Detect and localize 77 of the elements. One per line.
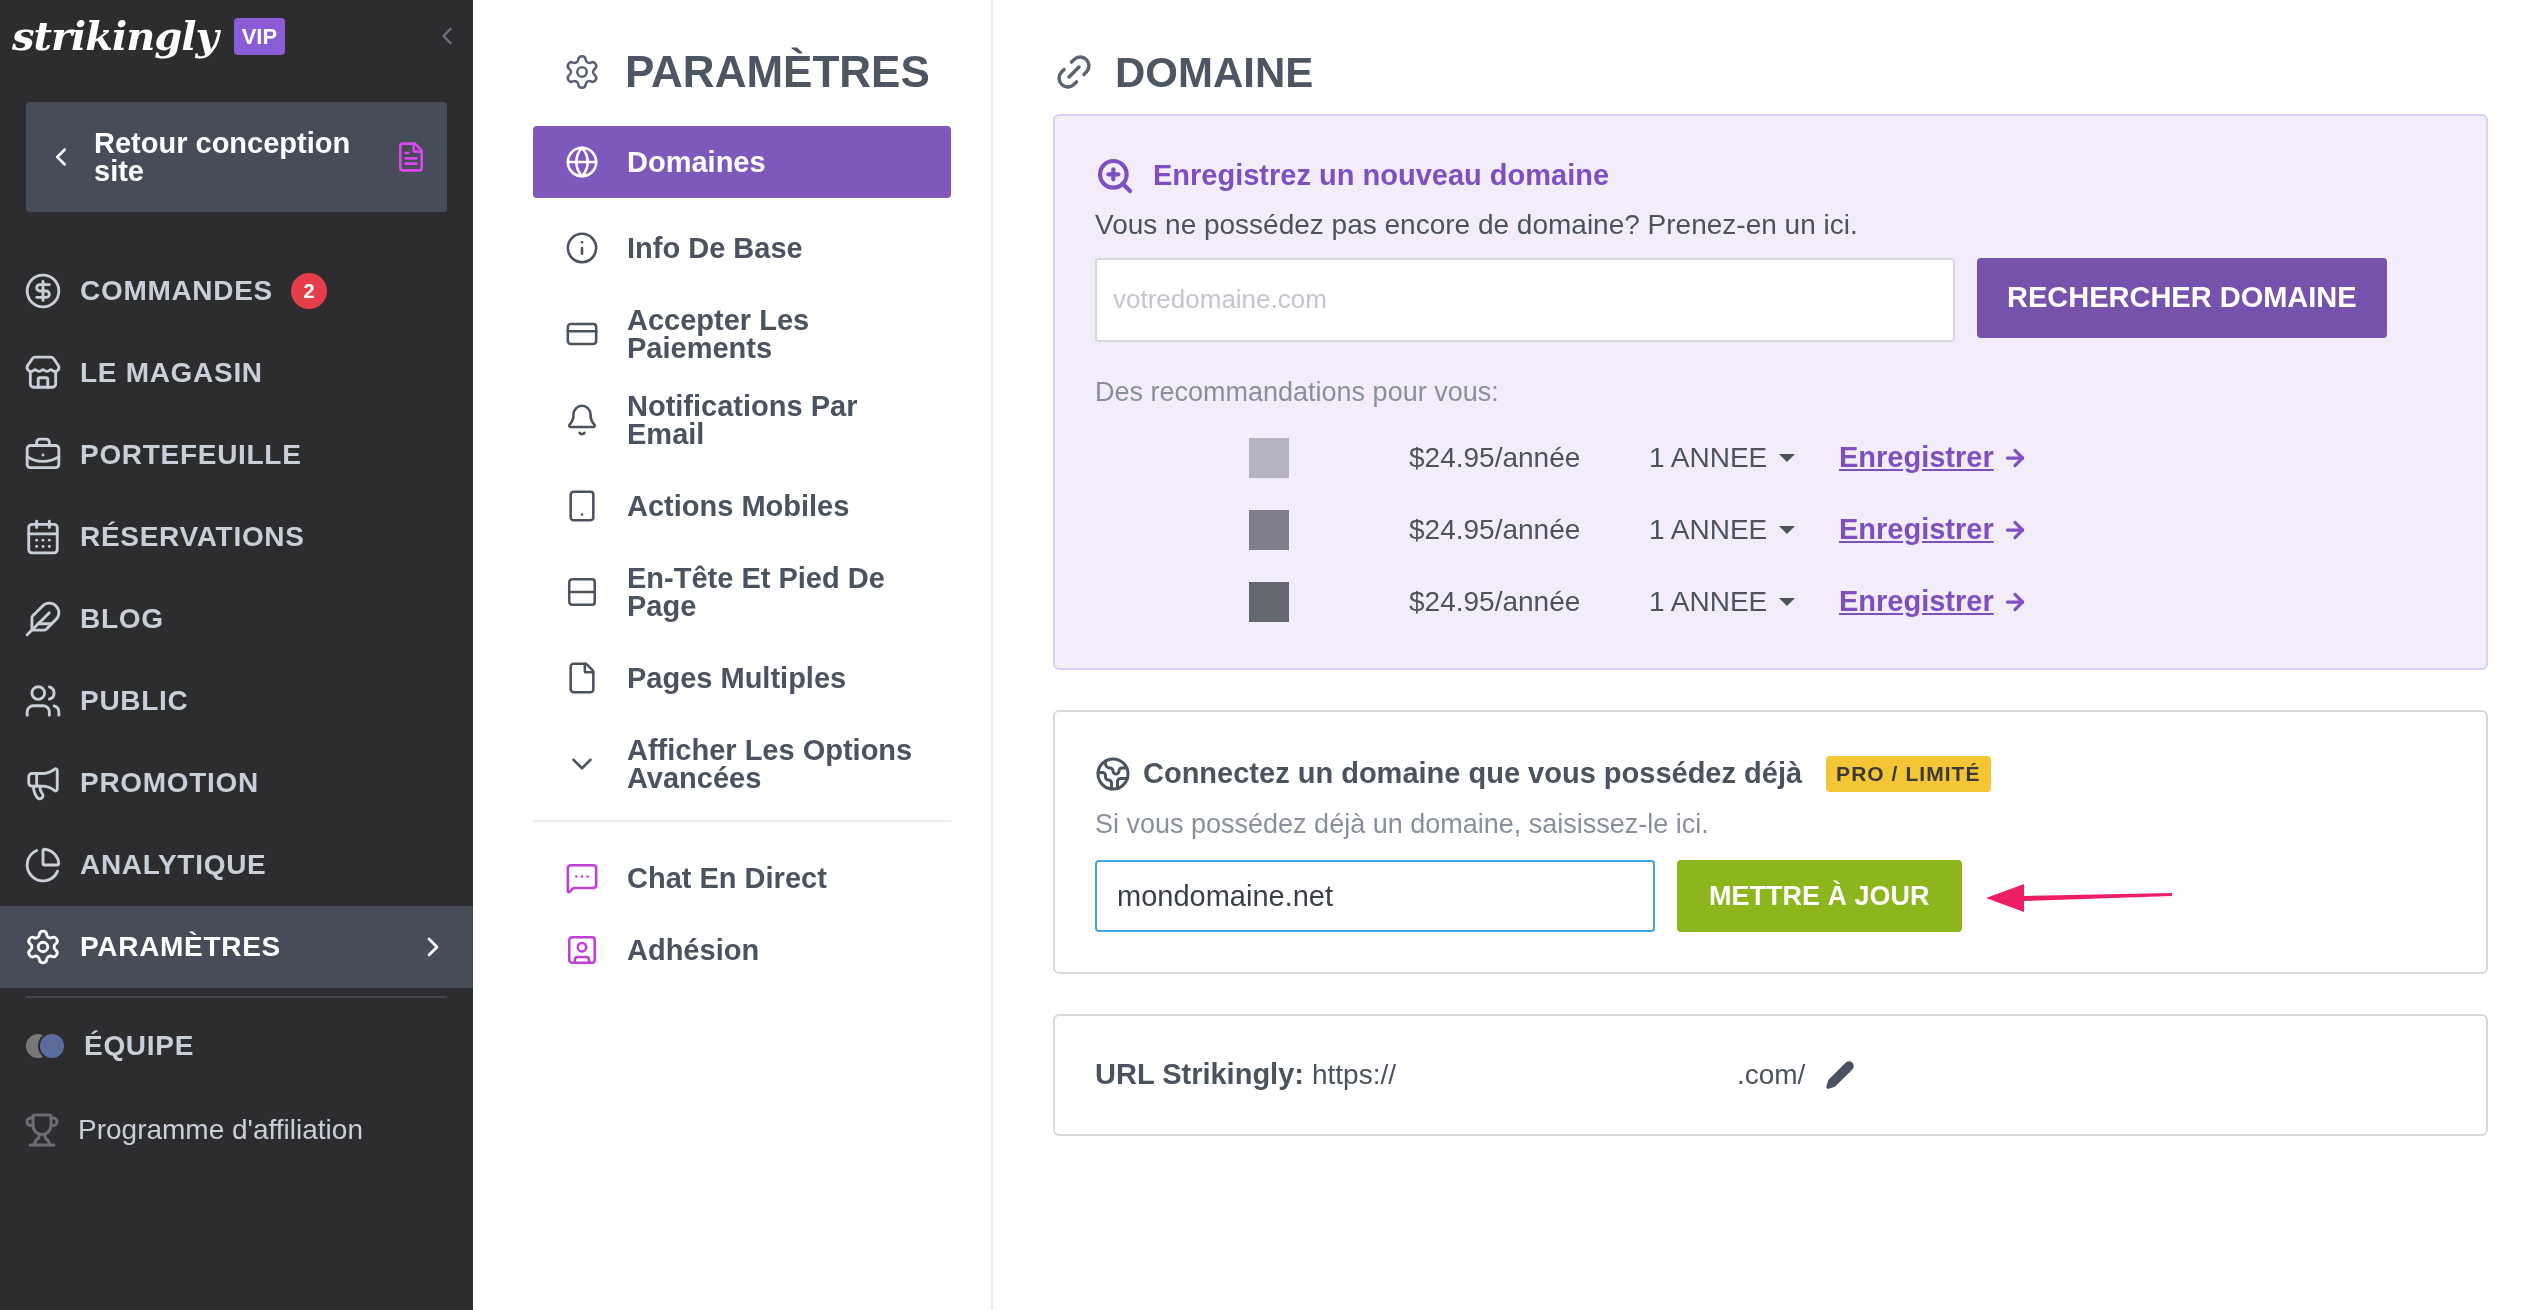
sidebar-item[interactable]: Programme d'affiliation — [0, 1088, 473, 1172]
dollar-circle-icon — [24, 272, 62, 310]
store-icon — [24, 354, 62, 392]
settings-title: PARAMÈTRES — [625, 46, 930, 98]
register-subtitle: Vous ne possédez pas encore de domaine? Prenez-en un ici. — [1095, 207, 1859, 242]
settings-menu-item[interactable]: Pages Multiples — [533, 642, 951, 714]
settings-icon — [563, 53, 601, 91]
sidebar-item-label: PARAMÈTRES — [80, 930, 281, 964]
settings-menu-item[interactable]: Domaines — [533, 126, 951, 198]
settings-menu-item[interactable]: En-Tête Et Pied De Page — [533, 556, 951, 628]
settings-menu-item[interactable]: Notifications Par Email — [533, 384, 951, 456]
connect-title: Connectez un domaine que vous possédez déjà — [1143, 756, 1803, 791]
sidebar-item-label: LE MAGASIN — [80, 356, 263, 390]
settings-menu-item[interactable]: Actions Mobiles — [533, 470, 951, 542]
domain-search-field[interactable]: votredomaine.com — [1095, 257, 1955, 342]
calendar-icon — [24, 518, 62, 556]
sidebar-item[interactable]: ANALYTIQUE — [0, 824, 473, 906]
sidebar-item-label: ÉQUIPE — [84, 1029, 194, 1063]
domain-title: DOMAINE — [1115, 47, 1314, 98]
connect-subtitle: Si vous possédez déjà un domaine, saisissez-le ici. — [1095, 807, 1710, 841]
domain-input-field[interactable]: mondomaine.net — [1095, 860, 1655, 932]
sidebar-item[interactable]: RÉSERVATIONS — [0, 496, 473, 578]
sidebar-item[interactable]: PROMOTION — [0, 742, 473, 824]
period-dropdown[interactable]: 1 ANNEE — [1649, 581, 1839, 623]
url-prefix: https:// — [1311, 1058, 1397, 1092]
settings-menu-item[interactable]: Adhésion — [533, 914, 951, 986]
price-text: $24.95/année — [1409, 513, 1582, 547]
sidebar-item[interactable]: ÉQUIPE — [0, 1004, 473, 1088]
sidebar-item-label: BLOG — [80, 602, 164, 636]
pencil-icon[interactable] — [1825, 1060, 1856, 1090]
info-icon — [565, 231, 599, 265]
sidebar-item-label: PORTEFEUILLE — [80, 438, 302, 472]
settings-icon — [24, 928, 62, 966]
count-badge: 2 — [290, 273, 327, 309]
period-dropdown[interactable]: 1 ANNEE — [1649, 437, 1839, 479]
sidebar-item-label: COMMANDES — [80, 274, 273, 308]
sidebar-item[interactable]: PUBLIC — [0, 660, 473, 742]
megaphone-icon — [24, 764, 62, 802]
sidebar-item[interactable]: LE MAGASIN — [0, 332, 473, 414]
pie-chart-icon — [24, 846, 62, 884]
globe-icon — [565, 145, 599, 179]
sidebar-item-label: ANALYTIQUE — [80, 848, 267, 882]
register-link[interactable]: Enregistrer — [1839, 580, 2028, 624]
register-link[interactable]: Enregistrer — [1839, 508, 2028, 552]
register-link[interactable]: Enregistrer — [1839, 436, 2028, 480]
globe-icon — [1095, 755, 1131, 792]
layout-icon — [565, 575, 599, 609]
trophy-icon — [24, 1112, 60, 1148]
url-suffix: .com/ — [1736, 1058, 1806, 1092]
sidebar-item-label: RÉSERVATIONS — [80, 520, 305, 554]
price-text: $24.95/année — [1409, 441, 1582, 475]
sidebar-item-label: Programme d'affiliation — [78, 1113, 363, 1147]
sidebar-item[interactable]: COMMANDES 2 — [0, 250, 473, 332]
settings-menu-item[interactable]: Afficher Les Options Avancées — [533, 728, 951, 800]
settings-menu-item[interactable]: Info De Base — [533, 212, 951, 284]
sidebar-item[interactable]: BLOG — [0, 578, 473, 660]
recommendations-label: Des recommandations pour vous: — [1095, 375, 1500, 409]
avatars-icon — [24, 1032, 66, 1060]
sidebar-item[interactable]: PORTEFEUILLE — [0, 414, 473, 496]
settings-menu-item[interactable]: Chat En Direct — [533, 842, 951, 914]
sidebar-item-label: PROMOTION — [80, 766, 259, 800]
url-label: URL Strikingly: — [1095, 1057, 1304, 1093]
bell-icon — [565, 403, 599, 437]
sidebar-item[interactable]: PARAMÈTRES — [0, 906, 473, 988]
plan-tag: PRO / LIMITÉ — [1826, 756, 1991, 792]
search-domain-button[interactable]: RECHERCHER DOMAINE — [1977, 257, 2387, 338]
settings-menu-item[interactable]: Accepter Les Paiements — [533, 298, 951, 370]
feather-icon — [24, 600, 62, 638]
period-dropdown[interactable]: 1 ANNEE — [1649, 509, 1839, 551]
sidebar-item-label: PUBLIC — [80, 684, 189, 718]
back-button[interactable]: Retour conception site — [26, 102, 447, 212]
price-text: $24.95/année — [1409, 585, 1582, 619]
chat-icon — [565, 861, 599, 895]
user-square-icon — [565, 933, 599, 967]
plan-badge: VIP — [233, 17, 286, 55]
register-title: Enregistrez un nouveau domaine — [1153, 158, 1610, 193]
users-icon — [24, 682, 62, 720]
